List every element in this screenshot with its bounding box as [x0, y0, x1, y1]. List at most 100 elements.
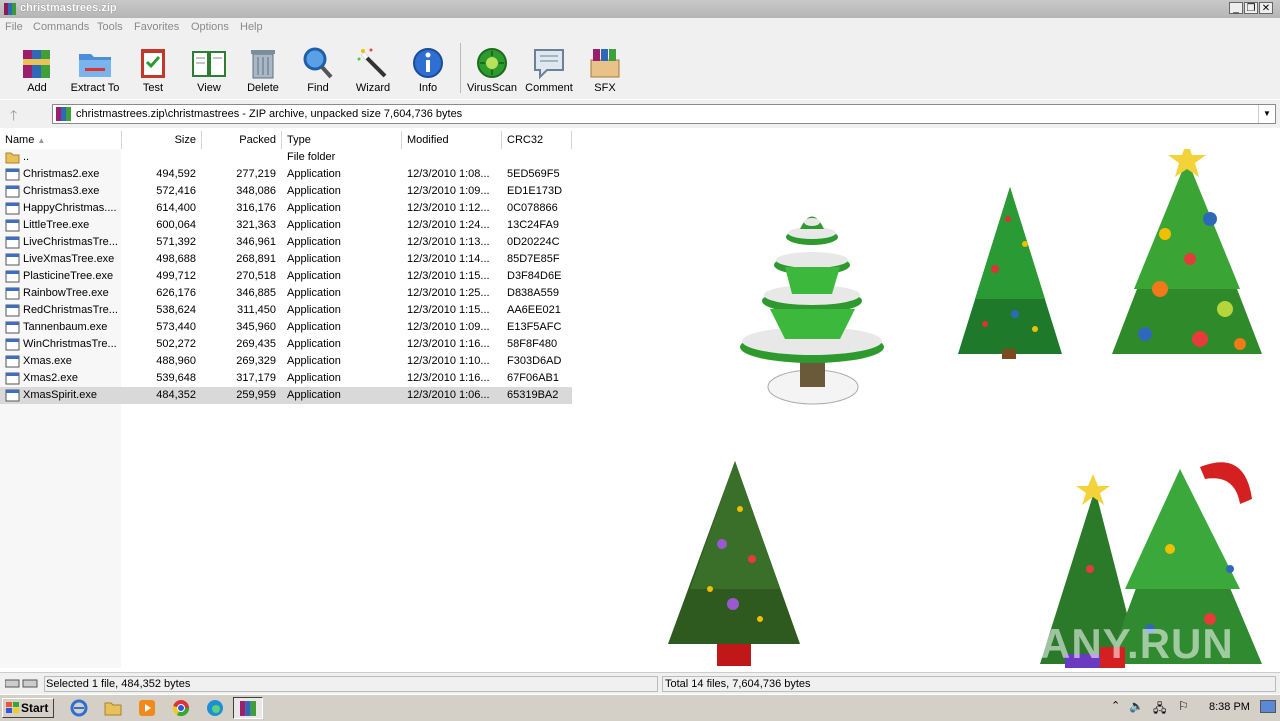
action-center-flag-icon[interactable]: ⚐ [1178, 699, 1189, 713]
title-bar: christmastrees.zip _ ❐ ✕ [0, 0, 1280, 18]
table-row[interactable]: RainbowTree.exe 626,176 346,885 Application… [0, 285, 572, 302]
file-crc32: 13C24FA9 [507, 219, 559, 231]
test-button[interactable]: Test [124, 37, 182, 99]
comment-button[interactable]: Comment [520, 37, 578, 99]
folder-icon[interactable] [104, 699, 122, 717]
file-name: Xmas2.exe [23, 372, 79, 384]
volume-icon[interactable]: 🔈 [1129, 699, 1144, 713]
file-type: File folder [287, 151, 336, 163]
file-size: 571,392 [156, 236, 196, 248]
table-row[interactable]: WinChristmasTre... 502,272 269,435 Applicat… [0, 336, 572, 353]
decorated-tree-image [958, 187, 1062, 359]
menu-favorites[interactable]: Favorites [134, 21, 179, 33]
exe-file-icon [5, 372, 20, 385]
menu-help[interactable]: Help [240, 21, 263, 33]
address-bar: 🡑 christmastrees.zip\christmastrees - ZI… [0, 100, 1280, 128]
media-player-icon[interactable] [138, 699, 156, 717]
menu-tools[interactable]: Tools [97, 21, 123, 33]
edge-icon[interactable] [206, 699, 224, 717]
file-packed: 346,885 [236, 287, 276, 299]
table-row[interactable]: LiveChristmasTre... 571,392 346,961 Applica… [0, 234, 572, 251]
folder-extract-icon [79, 54, 111, 77]
file-modified: 12/3/2010 1:09... [407, 185, 490, 197]
file-type: Application [287, 304, 341, 316]
exe-file-icon [5, 202, 20, 215]
clock[interactable]: 8:38 PM [1209, 701, 1250, 713]
file-packed: 311,450 [237, 304, 276, 316]
file-size: 484,352 [156, 389, 196, 401]
file-modified: 12/3/2010 1:08... [407, 168, 490, 180]
file-crc32: F303D6AD [507, 355, 562, 367]
file-crc32: 5ED569F5 [507, 168, 560, 180]
restore-button[interactable]: ❐ [1244, 2, 1258, 14]
delete-button[interactable]: Delete [234, 37, 292, 99]
internet-explorer-icon[interactable] [70, 699, 88, 717]
file-size: 498,688 [156, 253, 196, 265]
parent-folder-row[interactable]: .. File folder [0, 149, 572, 166]
file-modified: 12/3/2010 1:16... [407, 372, 490, 384]
add-button[interactable]: Add [8, 37, 66, 99]
table-row[interactable]: LiveXmasTree.exe 498,688 268,891 Applicatio… [0, 251, 572, 268]
menu-commands[interactable]: Commands [33, 21, 89, 33]
info-button[interactable]: Info [399, 37, 457, 99]
table-row[interactable]: HappyChristmas.... 614,400 316,176 Applicat… [0, 200, 572, 217]
tray-expand-icon[interactable]: ⌃ [1111, 699, 1120, 712]
column-name[interactable]: Name ▲ [0, 131, 122, 149]
start-button[interactable]: Start [2, 698, 54, 718]
show-desktop-icon[interactable] [1260, 700, 1276, 713]
table-row[interactable]: Christmas2.exe 494,592 277,219 Application 1… [0, 166, 572, 183]
file-type: Application [287, 202, 341, 214]
column-packed[interactable]: Packed [202, 131, 282, 149]
file-size: 614,400 [156, 202, 196, 214]
find-button[interactable]: Find [289, 37, 347, 99]
column-size[interactable]: Size [122, 131, 202, 149]
file-modified: 12/3/2010 1:15... [407, 270, 490, 282]
file-packed: 268,891 [236, 253, 276, 265]
virusscan-button[interactable]: VirusScan [463, 37, 521, 99]
file-crc32: AA6EE021 [507, 304, 561, 316]
column-crc32[interactable]: CRC32 [502, 131, 572, 149]
exe-file-icon [5, 304, 20, 317]
file-modified: 12/3/2010 1:14... [407, 253, 490, 265]
table-row[interactable]: RedChristmasTre... 538,624 311,450 Applicat… [0, 302, 572, 319]
menu-file[interactable]: File [5, 21, 23, 33]
file-crc32: 0C078866 [507, 202, 558, 214]
minimize-button[interactable]: _ [1229, 2, 1243, 14]
address-field[interactable]: christmastrees.zip\christmastrees - ZIP … [52, 104, 1276, 124]
winrar-task-button[interactable] [233, 697, 263, 719]
exe-file-icon [5, 219, 20, 232]
exe-file-icon [5, 236, 20, 249]
column-type[interactable]: Type [282, 131, 402, 149]
table-row[interactable]: Xmas.exe 488,960 269,329 Application 12/3/20… [0, 353, 572, 370]
trash-can-icon [251, 50, 275, 79]
file-packed: 346,961 [236, 236, 276, 248]
table-row[interactable]: LittleTree.exe 600,064 321,363 Application 1… [0, 217, 572, 234]
file-size: 499,712 [156, 270, 196, 282]
table-row[interactable]: XmasSpirit.exe 484,352 259,959 Application 1… [0, 387, 572, 404]
file-name: WinChristmasTre... [23, 338, 117, 350]
chrome-icon[interactable] [172, 699, 190, 717]
file-packed: 316,176 [236, 202, 276, 214]
column-modified[interactable]: Modified [402, 131, 502, 149]
extract-to-button[interactable]: Extract To [66, 37, 124, 99]
menu-options[interactable]: Options [191, 21, 229, 33]
file-name: Xmas.exe [23, 355, 72, 367]
table-row[interactable]: Christmas3.exe 572,416 348,086 Application 1… [0, 183, 572, 200]
table-row[interactable]: Tannenbaum.exe 573,440 345,960 Application 1… [0, 319, 572, 336]
table-row[interactable]: Xmas2.exe 539,648 317,179 Application 12/3/2… [0, 370, 572, 387]
file-modified: 12/3/2010 1:15... [407, 304, 490, 316]
file-modified: 12/3/2010 1:16... [407, 338, 490, 350]
file-crc32: 0D20224C [507, 236, 560, 248]
chevron-down-icon[interactable]: ▼ [1258, 105, 1275, 123]
table-row[interactable]: PlasticineTree.exe 499,712 270,518 Applicat… [0, 268, 572, 285]
file-packed: 270,518 [236, 270, 276, 282]
folder-icon [5, 152, 20, 164]
close-button[interactable]: ✕ [1259, 2, 1273, 14]
file-modified: 12/3/2010 1:06... [407, 389, 490, 401]
view-button[interactable]: View [180, 37, 238, 99]
file-name: Tannenbaum.exe [23, 321, 108, 333]
network-icon[interactable]: 🖧 [1153, 699, 1166, 720]
up-arrow-icon[interactable]: 🡑 [10, 105, 17, 129]
wizard-button[interactable]: Wizard [344, 37, 402, 99]
sfx-button[interactable]: SFX [576, 37, 634, 99]
